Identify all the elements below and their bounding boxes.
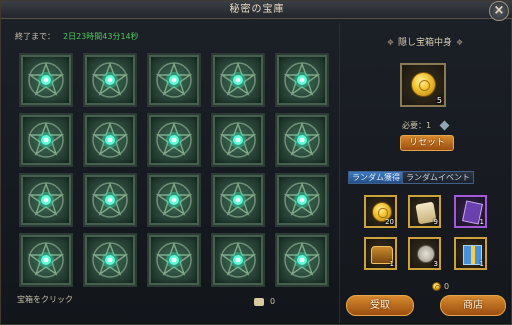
requirement-label: 必要：1	[401, 121, 432, 130]
star-emblem-icon	[91, 121, 129, 158]
star-emblem-icon	[155, 121, 193, 158]
ornament-right-icon: ❖	[456, 38, 464, 47]
timer-value: 2日23時間43分14秒	[63, 32, 139, 41]
treasure-chest-slot[interactable]	[147, 173, 201, 227]
reward-slot-1[interactable]: 20	[364, 195, 397, 228]
star-emblem-icon	[219, 241, 257, 278]
treasure-chest-slot[interactable]	[83, 53, 137, 107]
reward-count: 9	[433, 218, 438, 226]
scroll-icon	[254, 297, 264, 306]
hidden-box-title: 隠し宝箱中身	[397, 38, 452, 48]
treasure-chest-slot[interactable]	[19, 233, 73, 287]
reward-panel: ❖ 隠し宝箱中身 ❖ 5 必要：1 リセット ランダム獲得 ランダムイベント 20 …	[339, 23, 509, 323]
title-bar: 秘密の宝庫	[1, 1, 512, 19]
star-emblem-icon	[283, 61, 321, 98]
star-emblem-icon	[219, 61, 257, 98]
chest-grid-panel: 終了まで： 2日23時間43分14秒 宝箱をクリック 0	[7, 23, 339, 323]
reward-slot-3[interactable]: 1	[454, 195, 487, 228]
reward-count: 3	[433, 260, 438, 268]
treasure-chest-slot[interactable]	[211, 53, 265, 107]
reset-button[interactable]: リセット	[400, 135, 454, 151]
chest-grid	[19, 53, 333, 293]
star-emblem-icon	[27, 181, 65, 218]
star-emblem-icon	[27, 61, 65, 98]
scroll-count-value: 0	[270, 297, 276, 306]
star-emblem-icon	[219, 181, 257, 218]
receive-button[interactable]: 受取	[346, 295, 414, 316]
secret-treasury-window: 秘密の宝庫 × ? 終了まで：2日23時間43分14秒 宝箱をクリック 0 ❖隠…	[0, 0, 512, 325]
treasure-chest-slot[interactable]	[275, 113, 329, 167]
hidden-box-header: ❖ 隠し宝箱中身 ❖	[340, 35, 510, 48]
star-emblem-icon	[283, 181, 321, 218]
treasure-chest-slot[interactable]	[211, 233, 265, 287]
reward-slot-2[interactable]: 9	[408, 195, 441, 228]
star-emblem-icon	[91, 61, 129, 98]
treasure-chest-slot[interactable]	[19, 113, 73, 167]
gold-coin-icon	[411, 72, 436, 97]
reward-slot-4[interactable]: 1	[364, 237, 397, 270]
hidden-box-slot[interactable]: 5	[400, 63, 446, 107]
treasure-chest-slot[interactable]	[275, 53, 329, 107]
treasure-chest-slot[interactable]	[83, 113, 137, 167]
tab-random-acquire[interactable]: ランダム獲得	[348, 171, 404, 184]
star-emblem-icon	[27, 241, 65, 278]
star-emblem-icon	[91, 241, 129, 278]
timer-row: 終了まで： 2日23時間43分14秒	[15, 31, 139, 42]
reward-count: 1	[479, 218, 484, 226]
star-emblem-icon	[155, 61, 193, 98]
star-emblem-icon	[155, 241, 193, 278]
treasure-chest-slot[interactable]	[275, 233, 329, 287]
treasure-chest-slot[interactable]	[147, 53, 201, 107]
treasure-chest-slot[interactable]	[83, 233, 137, 287]
scroll-counter: 0	[254, 297, 275, 306]
treasure-chest-slot[interactable]	[211, 113, 265, 167]
ornament-left-icon: ❖	[386, 38, 394, 47]
star-emblem-icon	[219, 121, 257, 158]
click-hint: 宝箱をクリック	[17, 295, 73, 304]
treasure-chest-slot[interactable]	[275, 173, 329, 227]
treasure-chest-slot[interactable]	[19, 53, 73, 107]
gem-icon	[439, 120, 450, 131]
timer-label: 終了まで：	[15, 32, 55, 41]
window-title: 秘密の宝庫	[229, 4, 285, 15]
treasure-chest-slot[interactable]	[19, 173, 73, 227]
star-emblem-icon	[283, 241, 321, 278]
close-button[interactable]: ×	[489, 1, 509, 21]
reward-count: 1	[389, 260, 394, 268]
reward-count: 20	[385, 218, 394, 226]
treasure-chest-slot[interactable]	[147, 113, 201, 167]
hidden-box-stack: 5	[436, 96, 442, 105]
coin-balance: 0	[444, 282, 450, 291]
reward-slot-6[interactable]: 1	[454, 237, 487, 270]
star-emblem-icon	[283, 121, 321, 158]
coin-balance-icon	[432, 282, 441, 291]
requirement-row: 必要：1	[340, 120, 510, 131]
tab-random-event[interactable]: ランダムイベント	[402, 171, 474, 184]
star-emblem-icon	[155, 181, 193, 218]
star-emblem-icon	[91, 181, 129, 218]
medal-icon	[417, 245, 435, 263]
treasure-chest-slot[interactable]	[83, 173, 137, 227]
reward-slot-5[interactable]: 3	[408, 237, 441, 270]
shop-button[interactable]: 商店	[440, 295, 506, 316]
treasure-chest-slot[interactable]	[147, 233, 201, 287]
reward-count: 1	[479, 260, 484, 268]
star-emblem-icon	[27, 121, 65, 158]
treasure-chest-slot[interactable]	[211, 173, 265, 227]
